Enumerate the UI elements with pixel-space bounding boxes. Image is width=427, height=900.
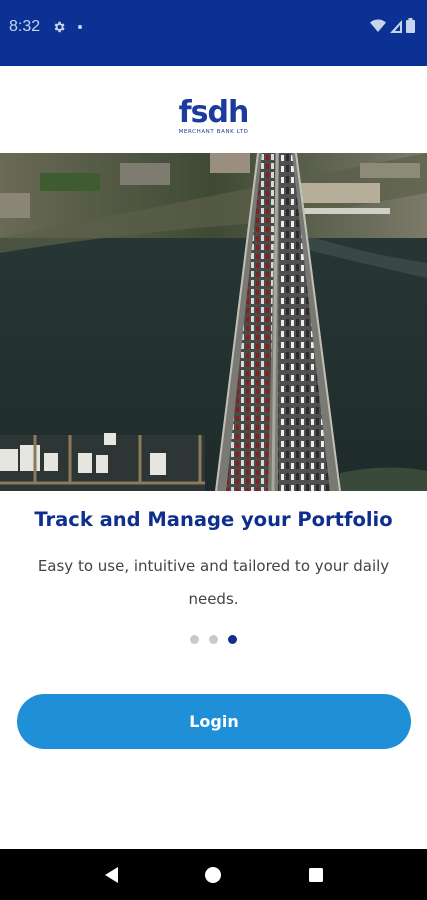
- notification-dot-icon: [78, 25, 83, 29]
- home-button[interactable]: [198, 860, 228, 890]
- onboarding-title: Track and Manage your Portfolio: [34, 508, 393, 531]
- hero-image: [0, 153, 427, 491]
- recents-button[interactable]: [301, 860, 331, 890]
- page-dot-1[interactable]: [190, 635, 199, 644]
- wifi-icon: [370, 18, 386, 32]
- system-nav-bar: [0, 849, 427, 900]
- battery-icon: [406, 18, 415, 33]
- page-dot-2[interactable]: [209, 635, 218, 644]
- home-icon: [205, 866, 222, 883]
- brand-logo-subtext: MERCHANT BANK LTD: [178, 128, 249, 135]
- page-dot-3-active[interactable]: [228, 635, 237, 644]
- onboarding-description: Easy to use, intuitive and tailored to y…: [37, 557, 390, 608]
- back-button[interactable]: [96, 860, 126, 890]
- app-header: fsdh MERCHANT BANK LTD: [0, 66, 427, 153]
- signal-icon: [390, 19, 402, 33]
- brand-logo: fsdh: [178, 94, 250, 130]
- back-icon: [105, 866, 119, 883]
- status-time: 8:32: [9, 18, 41, 35]
- gear-icon: [54, 21, 65, 33]
- login-button[interactable]: Login: [17, 694, 411, 749]
- page-indicator: [0, 635, 427, 644]
- recents-icon: [308, 867, 323, 882]
- status-bar: 8:32: [0, 0, 427, 66]
